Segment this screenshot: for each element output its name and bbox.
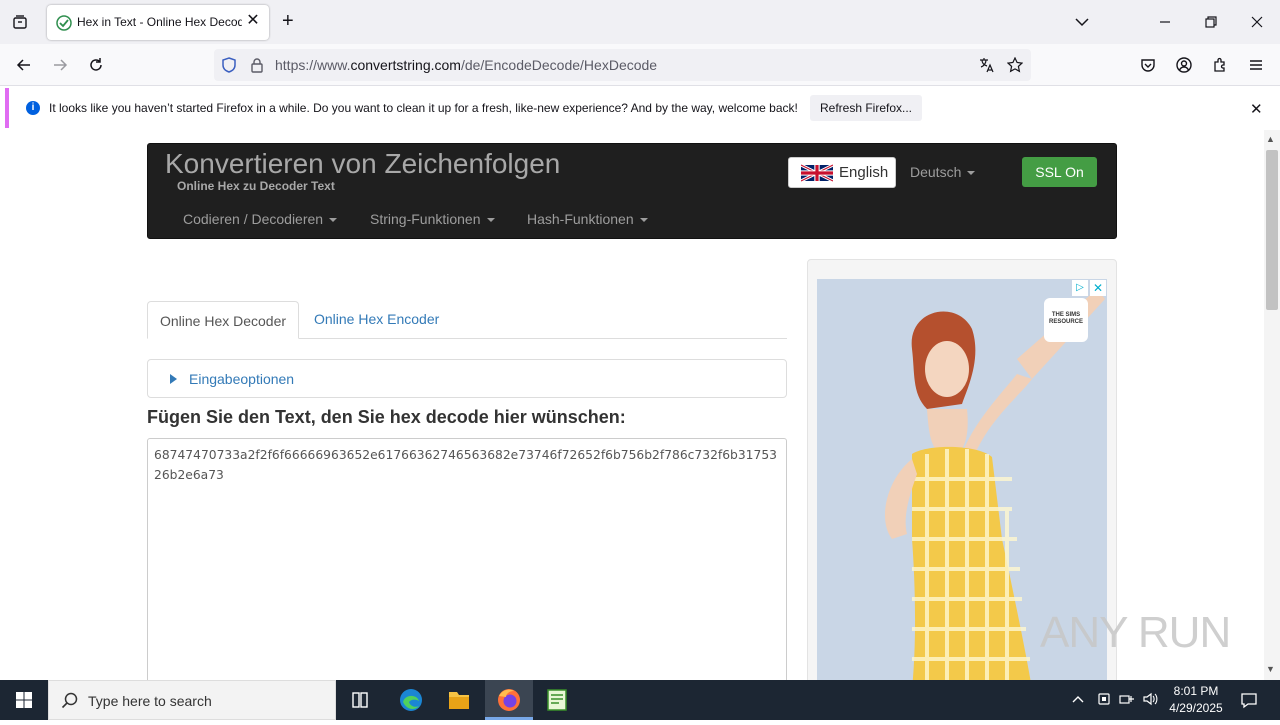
web-page: Konvertieren von Zeichenfolgen Online He… <box>0 130 1264 680</box>
edge-icon <box>400 689 422 711</box>
windows-taskbar: Type here to search 8:01 PM 4/29/2025 <box>0 680 1280 720</box>
caret-down-icon <box>486 218 495 223</box>
lock-icon[interactable] <box>249 57 265 77</box>
page-scrollbar[interactable]: ▲ ▼ <box>1264 130 1280 680</box>
browser-nav-bar: https://www.convertstring.com/de/EncodeD… <box>0 44 1280 86</box>
tab-list-icon[interactable] <box>12 14 28 34</box>
english-label: English <box>839 164 889 181</box>
tab-title: Hex in Text - Online Hex Decoder <box>77 15 242 29</box>
network-icon[interactable] <box>1119 691 1135 710</box>
scroll-down-icon[interactable]: ▼ <box>1266 664 1275 674</box>
back-arrow-icon[interactable] <box>16 57 32 77</box>
ssl-toggle-button[interactable]: SSL On <box>1022 157 1097 187</box>
menu-encode-decode[interactable]: Codieren / Decodieren <box>183 211 338 227</box>
browser-tab[interactable]: Hex in Text - Online Hex Decoder ✕ <box>47 5 269 40</box>
windows-logo-icon <box>16 692 32 708</box>
input-heading: Fügen Sie den Text, den Sie hex decode h… <box>147 407 626 427</box>
ad-close-icon[interactable]: ✕ <box>1090 280 1106 296</box>
volume-icon[interactable] <box>1142 691 1158 710</box>
pocket-icon[interactable] <box>1140 57 1156 77</box>
clock-date: 4/29/2025 <box>1169 701 1223 715</box>
close-window-icon[interactable] <box>1249 14 1265 34</box>
taskbar-clock[interactable]: 8:01 PM 4/29/2025 <box>1160 683 1232 717</box>
caret-down-icon <box>967 171 976 176</box>
taskbar-search-box[interactable]: Type here to search <box>48 680 336 720</box>
restore-window-icon[interactable] <box>1203 14 1219 34</box>
tab-hex-decoder[interactable]: Online Hex Decoder <box>147 301 299 339</box>
task-view-button[interactable] <box>336 680 384 720</box>
minimize-window-icon[interactable] <box>1157 14 1173 34</box>
url-text: https://www.convertstring.com/de/EncodeD… <box>275 57 658 73</box>
tray-chevron-icon[interactable] <box>1071 691 1085 710</box>
input-options-label: Eingabeoptionen <box>189 371 295 387</box>
english-language-button[interactable]: English <box>788 157 896 188</box>
adchoices-icon[interactable]: ▷ <box>1072 280 1088 296</box>
notepad-icon <box>547 689 567 711</box>
site-header: Konvertieren von Zeichenfolgen Online He… <box>147 143 1117 239</box>
hex-input-textarea[interactable]: 68747470733a2f2f6f66666963652e6176636274… <box>147 438 787 680</box>
notification-close-icon[interactable]: ✕ <box>1250 100 1263 118</box>
folder-icon <box>449 692 469 709</box>
app-menu-icon[interactable] <box>1248 57 1264 77</box>
windows-start-button[interactable] <box>0 680 48 720</box>
browser-tab-bar: Hex in Text - Online Hex Decoder ✕ + <box>0 0 1280 44</box>
caret-down-icon <box>329 218 338 223</box>
caret-down-icon <box>639 218 648 223</box>
language-dropdown[interactable]: Deutsch <box>910 164 976 180</box>
forward-arrow-icon[interactable] <box>52 57 68 77</box>
notification-message: It looks like you haven’t started Firefo… <box>49 101 798 115</box>
decoder-tabs: Online Hex Decoder Online Hex Encoder <box>147 301 787 339</box>
reload-icon[interactable] <box>88 57 104 77</box>
tray-device-icon[interactable] <box>1097 691 1111 710</box>
scroll-up-icon[interactable]: ▲ <box>1266 134 1275 144</box>
new-tab-icon[interactable]: + <box>282 11 294 31</box>
scrollbar-thumb[interactable] <box>1266 150 1278 310</box>
action-center-icon[interactable] <box>1240 691 1258 712</box>
search-icon <box>61 692 78 709</box>
task-view-icon <box>352 692 368 708</box>
list-all-tabs-icon[interactable] <box>1074 14 1090 34</box>
menu-hash-functions[interactable]: Hash-Funktionen <box>527 211 648 227</box>
tab-close-icon[interactable]: ✕ <box>245 13 261 29</box>
expand-triangle-icon <box>170 374 177 384</box>
notification-bar: i It looks like you haven’t started Fire… <box>5 88 1275 128</box>
translate-icon[interactable] <box>979 57 995 76</box>
clock-time: 8:01 PM <box>1173 684 1219 698</box>
firefox-icon <box>498 689 520 711</box>
site-subtitle: Online Hex zu Decoder Text <box>177 179 335 193</box>
file-explorer-taskbar-button[interactable] <box>435 680 483 720</box>
bookmark-star-icon[interactable] <box>1006 56 1024 77</box>
notepad-taskbar-button[interactable] <box>533 680 581 720</box>
refresh-firefox-button[interactable]: Refresh Firefox... <box>810 95 922 121</box>
menu-string-functions[interactable]: String-Funktionen <box>370 211 495 227</box>
url-bar[interactable]: https://www.convertstring.com/de/EncodeD… <box>214 49 1031 81</box>
uk-flag-icon <box>801 163 833 183</box>
input-options-toggle[interactable]: Eingabeoptionen <box>147 359 787 398</box>
extensions-icon[interactable] <box>1212 57 1228 77</box>
search-placeholder: Type here to search <box>88 693 212 709</box>
tab-hex-encoder[interactable]: Online Hex Encoder <box>314 311 439 327</box>
edge-taskbar-button[interactable] <box>387 680 435 720</box>
tracking-shield-icon[interactable] <box>221 57 237 77</box>
site-favicon-icon <box>56 15 72 31</box>
firefox-taskbar-button[interactable] <box>485 680 533 720</box>
site-brand[interactable]: Konvertieren von Zeichenfolgen <box>165 148 560 180</box>
info-icon: i <box>26 101 40 115</box>
anyrun-watermark: ANY RUN <box>1040 608 1231 657</box>
sims-resource-logo: THE SIMS RESOURCE <box>1044 298 1088 342</box>
account-icon[interactable] <box>1176 57 1192 77</box>
